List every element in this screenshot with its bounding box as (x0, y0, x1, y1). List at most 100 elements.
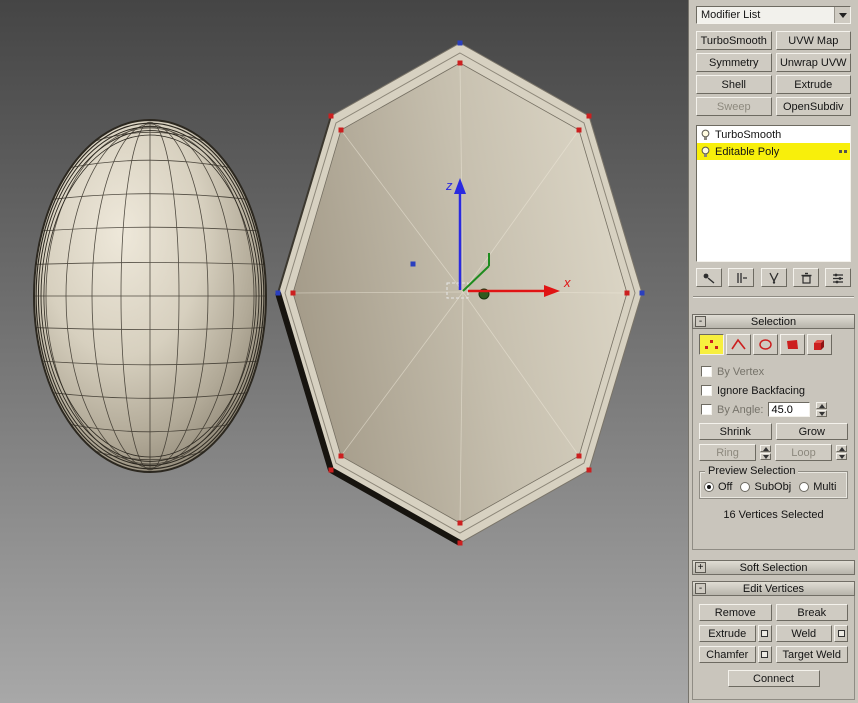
settings-box-icon (838, 630, 845, 637)
editable-poly-object[interactable] (276, 41, 645, 546)
polygon-mode-icon[interactable] (780, 334, 805, 355)
preview-multi-label: Multi (813, 481, 836, 493)
button-uvw-map[interactable]: UVW Map (776, 31, 852, 50)
weld-settings-button[interactable] (834, 625, 848, 642)
border-mode-icon[interactable] (753, 334, 778, 355)
element-mode-icon[interactable] (807, 334, 832, 355)
modifier-list-dropdown[interactable]: Modifier List (696, 6, 851, 24)
by-vertex-row: By Vertex (701, 362, 849, 381)
extrude-settings-button[interactable] (758, 625, 772, 642)
ignore-backfacing-checkbox[interactable] (701, 385, 712, 396)
button-shell[interactable]: Shell (696, 75, 772, 94)
by-angle-checkbox[interactable] (701, 404, 712, 415)
stack-item-label: Editable Poly (715, 146, 779, 158)
chamfer-targetweld-row: Chamfer Target Weld (699, 646, 848, 663)
button-sweep[interactable]: Sweep (696, 97, 772, 116)
spinner-down-icon[interactable] (836, 453, 847, 460)
expand-icon[interactable]: + (695, 562, 706, 573)
spinner-up-icon[interactable] (836, 445, 847, 452)
soft-selection-rollout-header[interactable]: + Soft Selection (692, 560, 855, 575)
button-opensubdiv[interactable]: OpenSubdiv (776, 97, 852, 116)
by-angle-spinner[interactable] (816, 402, 827, 417)
chamfer-settings-button[interactable] (758, 646, 772, 663)
loop-spinner[interactable] (836, 445, 848, 460)
shrink-grow-row: Shrink Grow (699, 423, 848, 440)
spinner-down-icon[interactable] (816, 410, 827, 417)
viewport-canvas[interactable]: z x (0, 0, 688, 703)
settings-box-icon (761, 630, 768, 637)
preview-off-radio[interactable] (704, 482, 714, 492)
preview-multi-radio[interactable] (799, 482, 809, 492)
chamfer-button[interactable]: Chamfer (699, 646, 756, 663)
collapse-icon[interactable]: - (695, 583, 706, 594)
stack-item-label: TurboSmooth (715, 129, 781, 141)
edit-vertices-rollout-body: Remove Break Extrude Weld Chamfer (692, 596, 855, 700)
selection-rollout-header[interactable]: - Selection (692, 314, 855, 329)
rollout-title: Edit Vertices (743, 583, 804, 595)
vertex-mode-icon[interactable] (699, 334, 724, 355)
ring-button[interactable]: Ring (699, 444, 756, 461)
grow-button[interactable]: Grow (776, 423, 849, 440)
lightbulb-icon[interactable] (700, 146, 711, 158)
weld-button[interactable]: Weld (776, 625, 833, 642)
preview-selection-options: Off SubObj Multi (704, 481, 843, 493)
spinner-up-icon[interactable] (816, 402, 827, 409)
preview-selection-group: Preview Selection Off SubObj Multi (699, 471, 848, 499)
ring-loop-row: Ring Loop (699, 444, 848, 461)
3ds-max-window: z x Modifier List TurboSmooth UVW Map Sy… (0, 0, 858, 703)
remove-modifier-icon[interactable] (793, 268, 819, 287)
button-turbosmooth[interactable]: TurboSmooth (696, 31, 772, 50)
pin-stack-icon[interactable] (696, 268, 722, 287)
break-button[interactable]: Break (776, 604, 849, 621)
preview-subobj-label: SubObj (754, 481, 791, 493)
configure-modifier-sets-icon[interactable] (825, 268, 851, 287)
settings-box-icon (761, 651, 768, 658)
connect-button[interactable]: Connect (728, 670, 820, 687)
chevron-down-icon[interactable] (834, 7, 850, 23)
preview-off-label: Off (718, 481, 732, 493)
turbosmooth-preview-object[interactable] (34, 120, 266, 472)
edit-vertices-rollout-header[interactable]: - Edit Vertices (692, 581, 855, 596)
extrude-weld-row: Extrude Weld (699, 625, 848, 642)
modifier-list-label: Modifier List (697, 7, 834, 23)
button-unwrap-uvw[interactable]: Unwrap UVW (776, 53, 852, 72)
rollout-title: Soft Selection (740, 562, 808, 574)
target-weld-button[interactable]: Target Weld (776, 646, 849, 663)
stack-row-gizmo-dots (839, 150, 847, 153)
modifier-button-set: TurboSmooth UVW Map Symmetry Unwrap UVW … (696, 31, 851, 116)
x-axis-label: x (563, 275, 571, 290)
z-axis-label: z (445, 178, 453, 193)
modifier-stack-list[interactable]: TurboSmooth Editable Poly (696, 125, 851, 262)
collapse-icon[interactable]: - (695, 316, 706, 327)
edit-vertices-rollout: - Edit Vertices Remove Break Extrude Wel… (692, 581, 855, 700)
button-extrude-modifier[interactable]: Extrude (776, 75, 852, 94)
button-symmetry[interactable]: Symmetry (696, 53, 772, 72)
lightbulb-icon[interactable] (700, 129, 711, 141)
by-vertex-label: By Vertex (717, 366, 764, 378)
preview-selection-title: Preview Selection (705, 465, 798, 477)
by-vertex-checkbox[interactable] (701, 366, 712, 377)
preview-subobj-radio[interactable] (740, 482, 750, 492)
by-angle-input[interactable] (768, 402, 810, 417)
spinner-down-icon[interactable] (760, 453, 771, 460)
stack-item-editable-poly[interactable]: Editable Poly (697, 143, 850, 160)
command-panel: Modifier List TurboSmooth UVW Map Symmet… (688, 0, 858, 703)
make-unique-icon[interactable] (761, 268, 787, 287)
extrude-button[interactable]: Extrude (699, 625, 756, 642)
remove-break-row: Remove Break (699, 604, 848, 621)
selection-status-text: 16 Vertices Selected (698, 509, 849, 521)
ignore-backfacing-row: Ignore Backfacing (701, 381, 849, 400)
ring-spinner[interactable] (760, 445, 772, 460)
selection-rollout: - Selection (692, 314, 855, 550)
viewport[interactable]: z x (0, 0, 688, 703)
shrink-button[interactable]: Shrink (699, 423, 772, 440)
by-angle-label: By Angle: (717, 404, 763, 416)
stack-item-turbosmooth[interactable]: TurboSmooth (697, 126, 850, 143)
spinner-up-icon[interactable] (760, 445, 771, 452)
soft-selection-rollout: + Soft Selection (692, 560, 855, 575)
show-end-result-icon[interactable] (728, 268, 754, 287)
remove-button[interactable]: Remove (699, 604, 772, 621)
subobject-mode-row (699, 334, 849, 355)
loop-button[interactable]: Loop (775, 444, 832, 461)
edge-mode-icon[interactable] (726, 334, 751, 355)
